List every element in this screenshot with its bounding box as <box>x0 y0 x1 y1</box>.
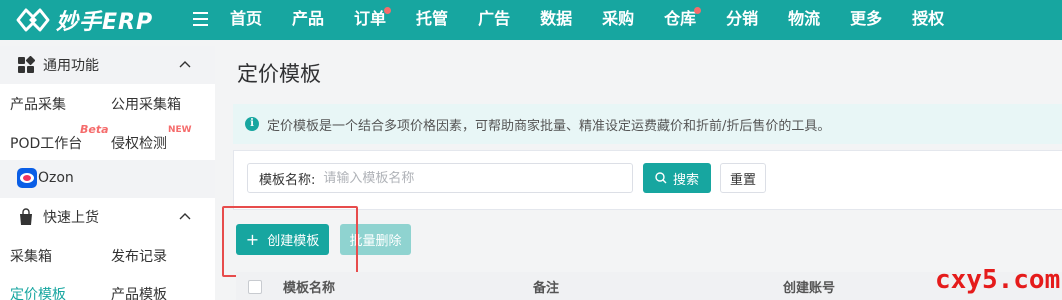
template-name-input[interactable] <box>323 170 614 186</box>
sidebar-item-product-collect[interactable]: 产品采集 <box>10 94 66 114</box>
page-title: 定价模板 <box>237 62 321 86</box>
menu-toggle-icon[interactable] <box>193 12 208 26</box>
create-template-label: 创建模板 <box>267 234 320 249</box>
nav-item-authorize[interactable]: 授权 <box>912 0 944 40</box>
shopping-bag-icon <box>20 208 32 225</box>
brand-logo[interactable]: 妙手ERP <box>16 5 153 35</box>
search-icon <box>655 172 667 184</box>
sidebar-section-common[interactable]: 通用功能 <box>0 46 215 84</box>
sidebar-section-quick[interactable]: 快速上货 <box>0 198 215 236</box>
beta-badge: Beta <box>80 123 109 136</box>
nav-item-home[interactable]: 首页 <box>230 0 262 40</box>
sidebar-item-pod-workbench[interactable]: POD工作台 <box>10 133 82 153</box>
chevron-up-icon[interactable] <box>179 59 191 69</box>
ozon-logo-icon <box>17 168 37 188</box>
nav-item-distribution[interactable]: 分销 <box>726 0 758 40</box>
info-text: 定价模板是一个结合多项价格因素，可帮助商家批量、精准设定运费藏价和折前/折后售价… <box>267 118 831 134</box>
template-name-label: 模板名称: <box>259 172 316 188</box>
reset-button-label: 重置 <box>729 172 756 188</box>
brand-name: 妙手ERP <box>56 10 154 35</box>
batch-delete-label: 批量删除 <box>349 234 402 249</box>
info-alert: i 定价模板是一个结合多项价格因素，可帮助商家批量、精准设定运费藏价和折前/折后… <box>233 104 1062 144</box>
search-button[interactable]: 搜索 <box>643 163 711 193</box>
nav-item-purchase[interactable]: 采购 <box>602 0 634 40</box>
column-header-template-name[interactable]: 模板名称 <box>283 277 335 296</box>
search-button-label: 搜索 <box>672 172 699 188</box>
platform-label: Ozon <box>38 170 74 186</box>
nav-item-warehouse[interactable]: 仓库 <box>664 0 702 40</box>
column-header-creator-account[interactable]: 创建账号 <box>783 277 835 296</box>
chevron-up-icon[interactable] <box>179 211 191 221</box>
nav-item-data[interactable]: 数据 <box>540 0 572 40</box>
plus-icon: + <box>245 230 260 249</box>
sidebar-item-collect-box[interactable]: 采集箱 <box>10 246 52 266</box>
batch-delete-button[interactable]: 批量删除 <box>340 224 411 255</box>
nav-item-managed[interactable]: 托管 <box>416 0 448 40</box>
nav-item-logistics[interactable]: 物流 <box>788 0 820 40</box>
reset-button[interactable]: 重置 <box>720 163 766 193</box>
grid-icon <box>18 56 35 73</box>
top-navbar: 妙手ERP 首页 产品 订单 托管 广告 数据 采购 仓库 分销 物流 更多 授… <box>0 0 1062 40</box>
column-header-remark[interactable]: 备注 <box>533 277 559 296</box>
nav-item-ads[interactable]: 广告 <box>478 0 510 40</box>
watermark: cxy5.com <box>935 265 1061 295</box>
nav-item-more[interactable]: 更多 <box>850 0 882 40</box>
sidebar-item-infringement-check[interactable]: 侵权检测 <box>111 133 167 153</box>
brand-logo-icon <box>16 8 50 32</box>
nav-item-products[interactable]: 产品 <box>292 0 324 40</box>
notification-dot <box>384 7 392 14</box>
nav-item-orders[interactable]: 订单 <box>354 0 392 40</box>
sidebar-platform-ozon[interactable]: Ozon <box>0 160 215 198</box>
search-panel: 模板名称: 搜索 重置 <box>233 150 1062 210</box>
sidebar: 通用功能 产品采集 公用采集箱 POD工作台 Beta 侵权检测 NEW Ozo… <box>0 46 215 300</box>
new-badge: NEW <box>168 125 192 135</box>
notification-dot <box>694 7 702 14</box>
sidebar-item-public-collect-box[interactable]: 公用采集箱 <box>111 94 181 114</box>
sidebar-section-title: 快速上货 <box>43 210 99 226</box>
main-nav: 首页 产品 订单 托管 广告 数据 采购 仓库 分销 物流 更多 授权 <box>230 0 974 40</box>
template-name-field[interactable]: 模板名称: <box>247 163 633 193</box>
select-all-checkbox[interactable] <box>248 280 262 294</box>
sidebar-section-title: 通用功能 <box>43 58 99 74</box>
info-icon: i <box>245 117 259 131</box>
create-template-button[interactable]: + 创建模板 <box>236 224 329 255</box>
sidebar-item-pricing-template[interactable]: 定价模板 <box>10 284 66 300</box>
sidebar-item-product-template[interactable]: 产品模板 <box>111 284 167 300</box>
sidebar-item-publish-records[interactable]: 发布记录 <box>111 246 167 266</box>
